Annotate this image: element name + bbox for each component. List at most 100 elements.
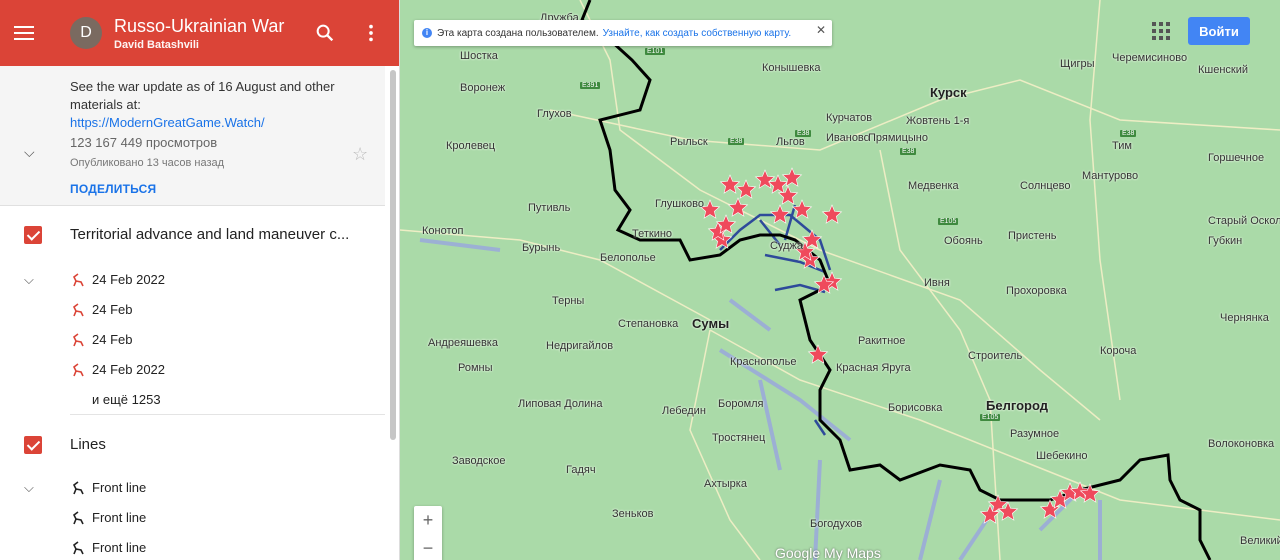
place-label: Краснополье [730,356,797,368]
place-label: Волоконовка [1208,438,1275,450]
list-item[interactable]: 24 Feb 2022 [0,354,385,384]
event-marker[interactable] [727,197,749,217]
line-feature-icon [72,363,84,377]
place-label: Пристень [1008,230,1057,242]
layer-header: Lines [0,426,385,472]
place-label: Богодухов [810,518,863,530]
map-sidebar: D Russo-Ukrainian War David Batashvili ⌵… [0,0,400,560]
layer-title[interactable]: Lines [70,436,106,453]
place-label: Строитель [968,350,1023,362]
map-overlay [400,0,1280,560]
place-label: Андреяшевка [428,337,498,349]
banner-link[interactable]: Узнайте, как создать собственную карту. [603,28,792,39]
place-label: Зеньков [612,508,654,520]
event-marker[interactable] [735,179,757,199]
share-button[interactable]: ПОДЕЛИТЬСЯ [70,180,156,198]
place-label: Иваново [826,132,870,144]
place-label: Терны [552,295,585,307]
place-label: Тим [1112,140,1132,152]
event-marker[interactable] [719,174,741,194]
highway-shield: E38 [900,148,917,155]
layer-checkbox[interactable] [24,226,42,244]
place-label: Ракитное [858,335,906,347]
place-label: Чернянка [1220,312,1269,324]
feature-label: 24 Feb 2022 [92,362,166,377]
place-label: Гадяч [566,464,596,476]
place-label: Воронеж [460,82,506,94]
website-link[interactable]: https://ModernGreatGame.Watch/ [70,114,350,132]
place-label: Кшенский [1198,64,1249,76]
login-button[interactable]: Войти [1188,17,1250,45]
list-item[interactable]: Front line [0,502,385,532]
place-label: Щигры [1060,58,1095,70]
highway-shield: E391 [580,82,601,89]
highway-shield: E105 [980,414,1001,421]
event-marker[interactable] [769,204,791,224]
place-label: Шостка [460,50,498,62]
layer-checkbox[interactable] [24,436,42,454]
map-author: David Batashvili [114,39,199,51]
place-label: Заводское [452,455,506,467]
feature-label: 24 Feb [92,332,133,347]
event-marker[interactable] [791,199,813,219]
highway-shield: E38 [795,130,812,137]
line-feature-icon [72,303,84,317]
info-icon: i [422,28,432,38]
google-my-maps-logo: Google My Maps [775,545,881,560]
place-label: Губкин [1208,235,1243,247]
place-label: Лебедин [662,405,706,417]
highway-shield: E101 [645,48,666,55]
zoom-out-button[interactable]: − [414,534,442,560]
event-marker[interactable] [821,204,843,224]
list-item[interactable]: 24 Feb [0,294,385,324]
apps-grid-icon[interactable] [1152,22,1170,40]
state-border [580,0,1212,560]
my-maps-app: D Russo-Ukrainian War David Batashvili ⌵… [0,0,1280,560]
chevron-down-icon[interactable]: ⌵ [24,272,34,288]
place-label: Ахтырка [704,478,747,490]
layer-territorial-advance: Territorial advance and land maneuver c.… [0,206,385,415]
show-more-item[interactable]: и ещё 1253 [0,384,385,414]
event-marker[interactable] [754,169,776,189]
line-feature-icon [72,273,84,287]
place-label: Конотоп [422,225,464,237]
place-label: Глушково [655,198,704,210]
chevron-down-icon[interactable]: ⌵ [24,144,35,161]
map-canvas[interactable]: Дружба Шостка Воронеж Глухов Кролевец Путивль… [400,0,1280,560]
place-label: Бурынь [522,242,561,254]
place-label: Медвенка [908,180,959,192]
place-label: Разумное [1010,428,1060,440]
list-item[interactable]: ⌵ Front line [0,472,385,502]
search-icon[interactable] [314,22,336,44]
place-label: Обоянь [944,235,983,247]
place-label: Курчатов [826,112,873,124]
author-avatar[interactable]: D [70,17,102,49]
list-item[interactable]: 24 Feb [0,324,385,354]
zoom-in-button[interactable]: + [414,506,442,534]
close-icon[interactable]: ✕ [816,23,826,37]
feature-label: 24 Feb 2022 [92,272,166,287]
list-item[interactable]: Front line [0,532,385,560]
title-block: Russo-Ukrainian War David Batashvili [114,15,284,51]
place-label: Кролевец [446,140,496,152]
place-label: Короча [1100,345,1137,357]
place-label: Мантурово [1082,170,1139,182]
place-label: Белгород [986,398,1048,413]
more-count[interactable]: и ещё 1253 [92,392,161,407]
line-feature-icon [72,333,84,347]
more-vert-icon[interactable] [360,22,382,44]
map-title: Russo-Ukrainian War [114,16,285,36]
place-label: Липовая Долина [518,398,603,410]
list-item[interactable]: ⌵ 24 Feb 2022 [0,264,385,294]
star-icon[interactable]: ☆ [352,144,368,165]
user-map-banner: i Эта карта создана пользователем. Узнай… [414,20,832,46]
hamburger-menu-icon[interactable] [14,20,40,46]
chevron-down-icon[interactable]: ⌵ [24,480,34,496]
highway-shield: E38 [1120,130,1137,137]
sidebar-scrollbar[interactable] [390,70,396,440]
layer-title[interactable]: Territorial advance and land maneuver c.… [70,226,349,243]
place-label: Прямицыно [868,132,928,144]
place-label: Горшечное [1208,152,1265,164]
place-label: Шебекино [1036,450,1088,462]
place-label: Сумы [692,316,730,331]
